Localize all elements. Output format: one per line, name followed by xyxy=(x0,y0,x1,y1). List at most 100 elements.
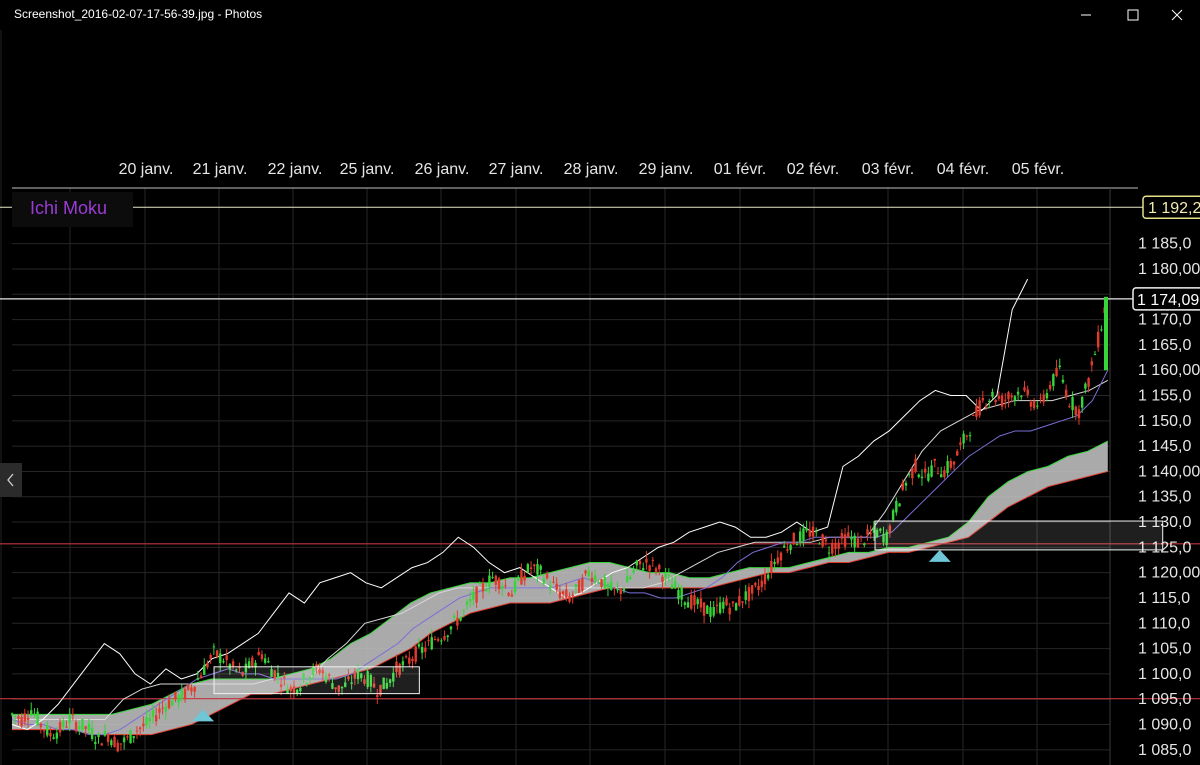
x-tick-label: 22 janv. xyxy=(268,161,323,178)
candle-body xyxy=(161,707,164,709)
candle-body xyxy=(23,713,27,722)
candle-body xyxy=(462,610,465,612)
candle-body xyxy=(215,650,219,657)
candle-body xyxy=(613,587,616,589)
candle-body xyxy=(517,576,520,581)
candle-body xyxy=(420,646,424,653)
candle-body xyxy=(741,601,744,603)
candle-body xyxy=(49,732,52,737)
candle-body xyxy=(443,635,446,640)
candle-body xyxy=(770,561,773,573)
candle-body xyxy=(667,574,671,576)
candle-body xyxy=(1048,384,1052,390)
candle-body xyxy=(722,601,725,609)
candle-body xyxy=(619,589,622,595)
candle-body xyxy=(686,602,690,608)
candle-body xyxy=(600,579,603,587)
candle-body xyxy=(488,575,491,588)
candle-body xyxy=(513,580,517,593)
candle-body xyxy=(1058,365,1061,368)
maximize-button[interactable] xyxy=(1110,0,1156,30)
candle-body xyxy=(536,564,539,575)
candle-body xyxy=(33,713,36,716)
candle-body xyxy=(158,708,161,713)
candle-body xyxy=(965,435,969,437)
candle-body xyxy=(734,603,738,611)
candle-body xyxy=(190,687,193,692)
candle-body xyxy=(821,534,824,547)
y-tick-label: 1 100,0 xyxy=(1138,666,1191,683)
candle-body xyxy=(891,510,895,520)
candle-body xyxy=(683,602,687,605)
last-price-label: 1 174,09 xyxy=(1137,292,1199,309)
candle-body xyxy=(978,400,981,416)
candle-body xyxy=(526,564,530,573)
candle-body xyxy=(956,451,959,456)
candle-body xyxy=(177,694,180,703)
x-tick-label: 02 févr. xyxy=(787,161,839,178)
previous-photo-button[interactable] xyxy=(0,463,22,497)
x-axis: 20 janv. 21 janv. 22 janv. 25 janv. 26 janv.… xyxy=(119,161,1065,178)
candle-body xyxy=(795,543,799,546)
candle-body xyxy=(417,644,421,647)
candle-body xyxy=(959,442,962,445)
candle-body xyxy=(187,684,190,690)
price-levels xyxy=(0,206,1200,700)
candle-body xyxy=(138,727,142,730)
minimize-button[interactable] xyxy=(1063,0,1109,30)
title-bar: Screenshot_2016-02-07-17-56-39.jpg - Pho… xyxy=(0,0,1200,30)
candle-body xyxy=(257,651,260,656)
signal-arrow-2 xyxy=(928,549,951,562)
candle-body xyxy=(135,730,139,732)
candle-body xyxy=(523,575,526,581)
candle-body xyxy=(94,741,97,745)
close-button[interactable] xyxy=(1154,0,1200,30)
candle-body xyxy=(654,568,658,572)
candle-body xyxy=(472,591,475,600)
candle-body xyxy=(36,711,39,725)
candle-body xyxy=(571,594,574,597)
candle-body xyxy=(850,536,853,540)
candle-body xyxy=(1093,354,1097,356)
candle-body xyxy=(225,655,228,661)
candle-body xyxy=(696,599,699,605)
candle-body xyxy=(847,532,850,537)
x-tick-label: 05 févr. xyxy=(1012,161,1064,178)
candle-body xyxy=(837,542,840,549)
candle-body xyxy=(952,461,956,465)
candle-body xyxy=(1032,400,1036,409)
candle-body xyxy=(962,433,965,444)
y-tick-label: 1 170,0 xyxy=(1138,312,1191,329)
candle-body xyxy=(212,646,216,648)
candle-body xyxy=(565,589,568,598)
candle-body xyxy=(642,568,645,571)
candle-body xyxy=(593,575,597,581)
candle-body xyxy=(1064,389,1068,398)
candle-body xyxy=(901,482,904,490)
candle-body xyxy=(501,585,504,589)
candle-body xyxy=(203,665,206,675)
candle-body xyxy=(231,661,235,668)
candle-body xyxy=(587,570,590,577)
candle-body xyxy=(1100,329,1103,331)
candle-body xyxy=(414,646,417,662)
candle-body xyxy=(805,528,808,531)
candle-body xyxy=(71,714,75,716)
candle-body xyxy=(1010,395,1013,398)
x-tick-label: 25 janv. xyxy=(340,161,395,178)
candle-body xyxy=(1000,395,1004,407)
zone-1 xyxy=(213,666,420,695)
candle-body xyxy=(622,588,626,591)
candle-body xyxy=(581,578,584,591)
candle-body xyxy=(1042,394,1045,403)
candle-body xyxy=(507,592,510,596)
candle-body xyxy=(715,604,719,606)
candle-body xyxy=(975,406,978,417)
tenkan-line xyxy=(11,369,1109,736)
candle-body xyxy=(568,595,571,602)
candle-body xyxy=(14,715,17,717)
candle-body xyxy=(754,582,757,586)
candle-body xyxy=(1013,396,1017,401)
candle-body xyxy=(100,743,103,746)
candle-body xyxy=(939,474,943,478)
